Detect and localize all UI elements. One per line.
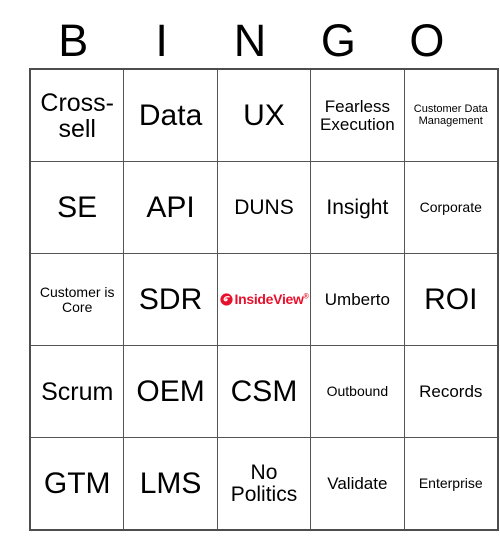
bingo-card: B I N G O Cross-sell Data UX Fearless Execu… (29, 0, 499, 531)
bingo-cell[interactable]: GTM (29, 437, 125, 531)
bingo-cell[interactable]: Customer is Core (29, 253, 125, 346)
bingo-cell[interactable]: API (123, 161, 218, 254)
insideview-swirl-icon (219, 293, 233, 306)
bingo-header-letter-o: O (409, 14, 445, 66)
bingo-row: Scrum OEM CSM Outbound Records (29, 345, 499, 438)
bingo-cell[interactable]: Scrum (29, 345, 125, 438)
insideview-logo-text: InsideView® (234, 291, 309, 308)
bingo-cell[interactable]: SE (29, 161, 125, 254)
bingo-cell[interactable]: Validate (310, 437, 405, 531)
bingo-cell[interactable]: Cross-sell (29, 68, 125, 162)
bingo-header-letter-g: G (320, 14, 356, 66)
bingo-row: GTM LMS No Politics Validate Enterprise (29, 437, 499, 531)
bingo-cell[interactable]: OEM (123, 345, 218, 438)
bingo-cell[interactable]: Enterprise (403, 437, 499, 531)
bingo-cell[interactable]: ROI (403, 253, 499, 346)
bingo-header-letter-b: B (58, 14, 89, 66)
bingo-cell[interactable]: DUNS (216, 161, 312, 254)
bingo-header-letter-i: I (155, 14, 168, 66)
insideview-trademark-symbol: ® (303, 293, 309, 301)
insideview-logo: InsideView® (219, 255, 309, 344)
bingo-cell[interactable]: No Politics (216, 437, 312, 531)
bingo-cell[interactable]: Umberto (310, 253, 405, 346)
bingo-cell[interactable]: Data (123, 68, 218, 162)
bingo-header-row: B I N G O (29, 0, 471, 68)
bingo-row: Cross-sell Data UX Fearless Execution Custom… (29, 68, 499, 162)
bingo-row: Customer is Core SDR InsideView® Umberto ROI (29, 253, 499, 346)
bingo-header-letter-n: N (233, 14, 267, 66)
bingo-grid: Cross-sell Data UX Fearless Execution Custom… (29, 68, 499, 531)
bingo-cell[interactable]: Customer Data Management (403, 68, 499, 162)
bingo-cell[interactable]: UX (216, 68, 312, 162)
bingo-cell[interactable]: Records (403, 345, 499, 438)
bingo-cell[interactable]: SDR (123, 253, 218, 346)
bingo-cell[interactable]: Corporate (403, 161, 499, 254)
bingo-cell[interactable]: Outbound (310, 345, 405, 438)
bingo-cell-free-space[interactable]: InsideView® (216, 253, 312, 346)
bingo-cell[interactable]: LMS (123, 437, 218, 531)
bingo-cell[interactable]: CSM (216, 345, 312, 438)
bingo-row: SE API DUNS Insight Corporate (29, 161, 499, 254)
bingo-cell[interactable]: Insight (310, 161, 405, 254)
bingo-cell[interactable]: Fearless Execution (310, 68, 405, 162)
